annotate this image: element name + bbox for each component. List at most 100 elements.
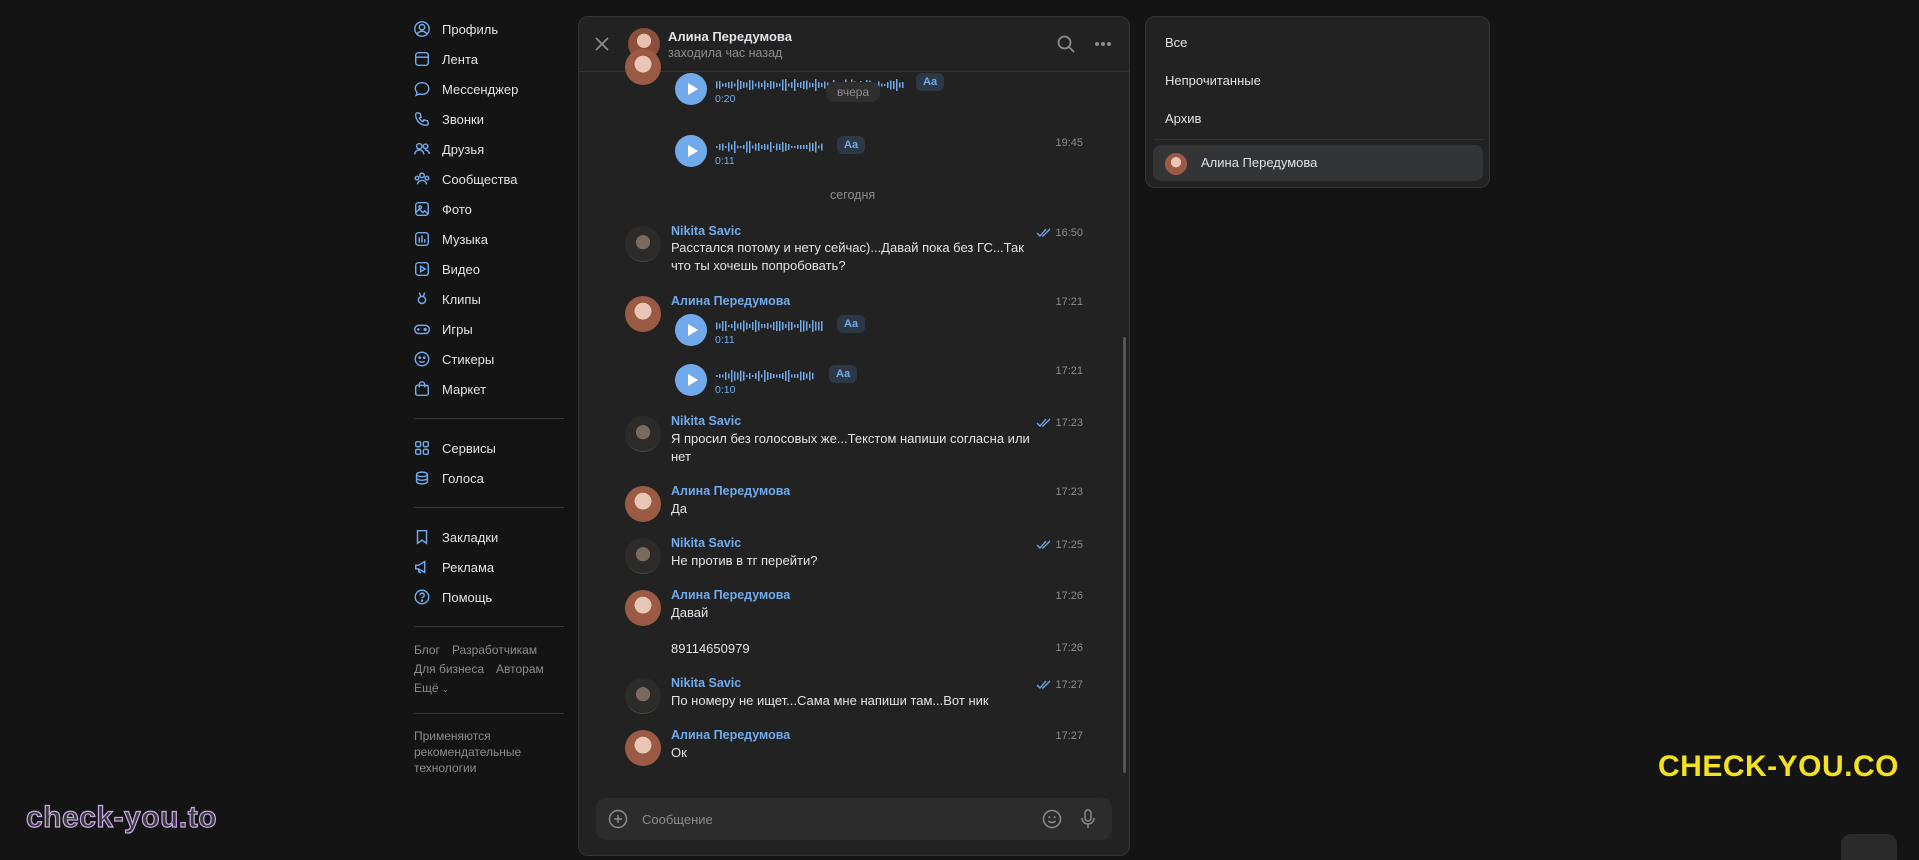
waveform-bar (749, 141, 751, 153)
waveform-bar (785, 143, 787, 151)
nav-item-clips[interactable]: Клипы (412, 284, 570, 314)
nav-item-calls[interactable]: Звонки (412, 104, 570, 134)
nav-item-services[interactable]: Сервисы (412, 433, 570, 463)
waveform[interactable] (715, 141, 823, 153)
footer-link-more[interactable]: Ещё ⌄ (414, 681, 449, 695)
nav-item-market[interactable]: Маркет (412, 374, 570, 404)
close-icon[interactable] (593, 35, 611, 53)
attach-icon[interactable] (608, 809, 628, 829)
waveform-bar (746, 375, 748, 377)
avatar[interactable] (625, 49, 661, 85)
nav-item-feed[interactable]: Лента (412, 44, 570, 74)
nav-item-messenger[interactable]: Мессенджер (412, 74, 570, 104)
message-author[interactable]: Nikita Savic (671, 224, 741, 238)
avatar[interactable] (625, 486, 661, 522)
nav-item-bookmarks[interactable]: Закладки (412, 522, 570, 552)
waveform-bar (740, 146, 742, 148)
waveform-bar (719, 374, 721, 378)
more-icon[interactable] (1094, 41, 1112, 47)
message-author[interactable]: Алина Передумова (671, 294, 790, 308)
transcribe-button[interactable]: Aa (829, 365, 858, 383)
nav-item-friends[interactable]: Друзья (412, 134, 570, 164)
message-author[interactable]: Nikita Savic (671, 676, 741, 690)
avatar[interactable] (625, 678, 661, 714)
chevron-down-icon: ⌄ (441, 684, 450, 694)
waveform-bar (800, 145, 802, 149)
nav-item-ads[interactable]: Реклама (412, 552, 570, 582)
feed-icon (412, 49, 432, 69)
voice-message[interactable]: 0:20 (675, 73, 935, 107)
nav-item-video[interactable]: Видео (412, 254, 570, 284)
footer-link-business[interactable]: Для бизнеса (414, 662, 484, 676)
message-time: 17:27 (1055, 730, 1083, 742)
message-author[interactable]: Алина Передумова (671, 484, 790, 498)
active-chat-item[interactable]: Алина Передумова (1153, 145, 1483, 181)
waveform[interactable] (715, 320, 823, 332)
play-icon[interactable] (675, 73, 707, 105)
message-author[interactable]: Nikita Savic (671, 536, 741, 550)
waveform-bar (764, 324, 766, 328)
voice-duration: 0:10 (715, 384, 736, 396)
filter-all[interactable]: Все (1165, 35, 1187, 50)
play-icon[interactable] (675, 364, 707, 396)
message-author[interactable]: Алина Передумова (671, 588, 790, 602)
nav-item-profile[interactable]: Профиль (412, 14, 570, 44)
waveform-bar (803, 81, 805, 89)
waveform-bar (743, 82, 745, 88)
play-icon[interactable] (675, 135, 707, 167)
avatar[interactable] (625, 538, 661, 574)
nav-label: Стикеры (442, 351, 495, 367)
message-author[interactable]: Алина Передумова (671, 728, 790, 742)
nav-item-stickers[interactable]: Стикеры (412, 344, 570, 374)
waveform-bar (752, 80, 754, 90)
scrollbar[interactable] (1123, 337, 1126, 773)
chat-title[interactable]: Алина Передумова (668, 29, 792, 44)
nav-item-communities[interactable]: Сообщества (412, 164, 570, 194)
filter-archive[interactable]: Архив (1165, 111, 1201, 126)
chat-bubble-button[interactable] (1841, 834, 1897, 860)
nav-item-games[interactable]: Игры (412, 314, 570, 344)
waveform-bar (776, 143, 778, 151)
message-input[interactable] (642, 798, 1022, 840)
message-author[interactable]: Nikita Savic (671, 414, 741, 428)
votes-icon (412, 468, 432, 488)
waveform-bar (773, 146, 775, 148)
waveform[interactable] (715, 370, 815, 382)
waveform-bar (821, 321, 823, 331)
avatar[interactable] (625, 226, 661, 262)
search-icon[interactable] (1056, 34, 1076, 54)
play-icon[interactable] (675, 314, 707, 346)
waveform-bar (737, 372, 739, 380)
transcribe-button[interactable]: Aa (837, 315, 866, 333)
waveform-bar (743, 371, 745, 381)
footer-link-developers[interactable]: Разработчикам (452, 643, 537, 657)
waveform-bar (809, 324, 811, 328)
avatar[interactable] (625, 416, 661, 452)
waveform-bar (812, 143, 814, 151)
waveform-bar (734, 371, 736, 381)
waveform-bar (785, 371, 787, 381)
footer-links: Блог Разработчикам Для бизнеса Авторам Ещё… (412, 641, 570, 699)
message-time: 17:25 (1055, 539, 1083, 551)
emoji-icon[interactable] (1042, 809, 1062, 829)
avatar[interactable] (625, 730, 661, 766)
nav-item-help[interactable]: Помощь (412, 582, 570, 612)
waveform-bar (764, 144, 766, 150)
footer-link-authors[interactable]: Авторам (496, 662, 544, 676)
avatar[interactable] (625, 590, 661, 626)
transcribe-button[interactable]: Aa (837, 136, 866, 154)
nav-item-music[interactable]: Музыка (412, 224, 570, 254)
waveform-bar (794, 374, 796, 378)
avatar[interactable] (625, 296, 661, 332)
message-text: Давай (671, 605, 709, 620)
message-history[interactable]: 0:20 Aa вчера 0:11 Aa 19:45 сегодня Niki… (579, 49, 1129, 783)
nav-item-votes[interactable]: Голоса (412, 463, 570, 493)
microphone-icon[interactable] (1078, 808, 1098, 830)
filter-unread[interactable]: Непрочитанные (1165, 73, 1261, 88)
nav-item-photo[interactable]: Фото (412, 194, 570, 224)
voice-duration: 0:11 (715, 334, 735, 346)
transcribe-button[interactable]: Aa (916, 73, 945, 91)
waveform-bar (809, 142, 811, 152)
footer-link-blog[interactable]: Блог (414, 643, 440, 657)
waveform-bar (779, 374, 781, 378)
